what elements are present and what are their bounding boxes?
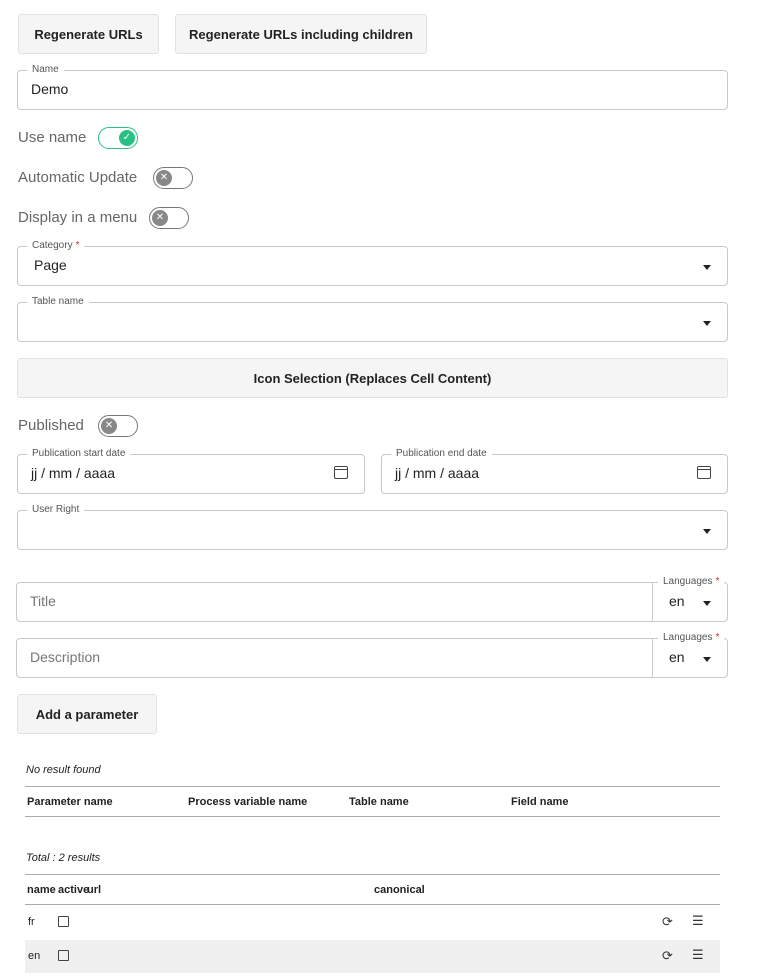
- use-name-label: Use name: [18, 129, 87, 146]
- name-field-value: Demo: [31, 81, 69, 97]
- icon-selection-label: Icon Selection (Replaces Cell Content): [253, 370, 492, 386]
- column-header: Table name: [349, 796, 409, 808]
- automatic-update-label: Automatic Update: [18, 169, 138, 186]
- publication-end-date-label: Publication end date: [391, 448, 492, 460]
- automatic-update-toggle[interactable]: ✕: [153, 167, 193, 189]
- column-header-url: url: [87, 884, 102, 896]
- row-name: fr: [28, 916, 35, 928]
- regenerate-urls-button[interactable]: Regenerate URLs: [18, 14, 159, 54]
- table-name-label: Table name: [27, 296, 89, 308]
- category-value: Page: [34, 257, 67, 273]
- user-right-select[interactable]: User Right: [17, 504, 728, 550]
- title-language-label: Languages *: [658, 576, 725, 588]
- description-input[interactable]: Description: [16, 638, 653, 678]
- regenerate-urls-children-button[interactable]: Regenerate URLs including children: [175, 14, 427, 54]
- close-icon: ✕: [156, 170, 172, 186]
- column-header: Field name: [511, 796, 569, 808]
- title-input[interactable]: Title: [16, 582, 653, 622]
- row-name: en: [28, 950, 41, 962]
- column-header: Parameter name: [27, 796, 113, 808]
- close-icon: ✕: [101, 418, 117, 434]
- description-language-value: en: [669, 649, 685, 665]
- category-select[interactable]: Category * Page: [17, 240, 728, 286]
- add-parameter-button[interactable]: Add a parameter: [17, 694, 157, 734]
- title-placeholder: Title: [30, 593, 56, 609]
- published-toggle[interactable]: ✕: [98, 415, 138, 437]
- published-label: Published: [18, 417, 84, 434]
- no-result-text: No result found: [26, 764, 101, 776]
- user-right-label: User Right: [27, 504, 85, 516]
- calendar-icon[interactable]: [334, 466, 348, 479]
- column-header-canonical: canonical: [374, 884, 425, 896]
- title-language-select[interactable]: Languages * en: [652, 576, 728, 622]
- parameters-table-header: Parameter name Process variable name Tab…: [25, 786, 720, 817]
- total-results-text: Total : 2 results: [26, 852, 101, 864]
- description-placeholder: Description: [30, 649, 101, 665]
- refresh-icon[interactable]: ⟳: [662, 915, 673, 928]
- publication-end-date-placeholder: jj / mm / aaaa: [395, 465, 480, 481]
- chevron-down-icon: [703, 601, 711, 606]
- publication-start-date-placeholder: jj / mm / aaaa: [31, 465, 116, 481]
- close-icon: ✕: [152, 210, 168, 226]
- column-header-active: active: [58, 884, 90, 896]
- chevron-down-icon: [703, 321, 711, 326]
- regenerate-urls-children-label: Regenerate URLs including children: [189, 26, 413, 42]
- check-icon: ✓: [119, 130, 135, 146]
- column-header-name: name: [27, 884, 56, 896]
- add-parameter-label: Add a parameter: [35, 706, 139, 722]
- chevron-down-icon: [703, 265, 711, 270]
- publication-start-date-input[interactable]: Publication start date jj / mm / aaaa: [17, 448, 365, 494]
- name-field-label: Name: [27, 64, 64, 76]
- menu-lines-icon[interactable]: ☰: [692, 914, 704, 927]
- chevron-down-icon: [703, 529, 711, 534]
- title-language-value: en: [669, 593, 685, 609]
- chevron-down-icon: [703, 657, 711, 662]
- use-name-toggle[interactable]: ✓: [98, 127, 138, 149]
- refresh-icon[interactable]: ⟳: [662, 949, 673, 962]
- table-row: fr ⟳ ☰: [25, 906, 720, 939]
- active-checkbox[interactable]: [58, 950, 69, 961]
- publication-start-date-label: Publication start date: [27, 448, 131, 460]
- menu-lines-icon[interactable]: ☰: [692, 948, 704, 961]
- column-header: Process variable name: [188, 796, 308, 808]
- active-checkbox[interactable]: [58, 916, 69, 927]
- table-row: en ⟳ ☰: [25, 940, 720, 973]
- description-language-select[interactable]: Languages * en: [652, 632, 728, 678]
- table-name-select[interactable]: Table name: [17, 296, 728, 342]
- calendar-icon[interactable]: [697, 466, 711, 479]
- regenerate-urls-label: Regenerate URLs: [34, 26, 143, 42]
- display-menu-label: Display in a menu: [18, 209, 138, 226]
- urls-table-header: name active url canonical: [25, 874, 720, 905]
- description-language-label: Languages *: [658, 632, 725, 644]
- name-field[interactable]: Name Demo: [17, 64, 728, 110]
- display-menu-toggle[interactable]: ✕: [149, 207, 189, 229]
- publication-end-date-input[interactable]: Publication end date jj / mm / aaaa: [381, 448, 728, 494]
- icon-selection-button[interactable]: Icon Selection (Replaces Cell Content): [17, 358, 728, 398]
- category-label: Category *: [27, 240, 85, 252]
